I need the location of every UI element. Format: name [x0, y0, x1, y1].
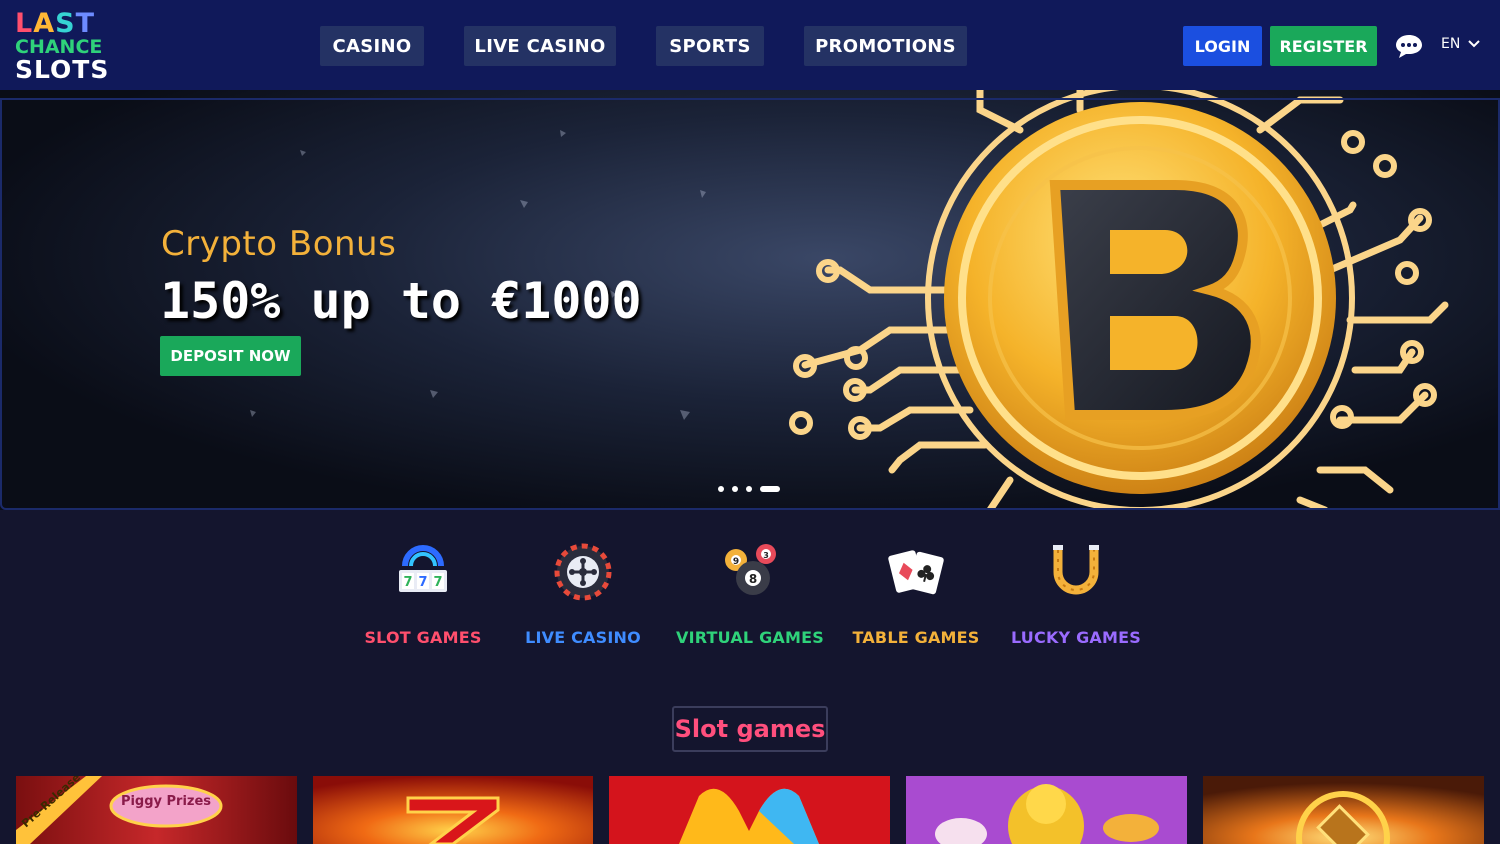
slide-indicators [718, 486, 780, 492]
egypt-fire-thumbnail [1203, 776, 1484, 844]
hero-banner: Crypto Bonus 150% up to €1000 DEPOSIT NO… [0, 90, 1500, 510]
svg-text:7: 7 [433, 575, 442, 590]
nav-live-casino[interactable]: LIVE CASINO [464, 26, 616, 66]
nav-sports[interactable]: SPORTS [656, 26, 764, 66]
login-button[interactable]: LOGIN [1183, 26, 1262, 66]
slot-machine-icon: 7 7 7 [399, 545, 447, 592]
bonus-amount: 150% up to €1000 [160, 272, 642, 330]
chevron-down-icon [1468, 40, 1481, 48]
svg-text:9: 9 [733, 557, 739, 567]
category-label: LIVE CASINO [525, 628, 641, 647]
logo-line-3: SLOTS [15, 55, 110, 84]
logo-letter: A [33, 8, 56, 39]
nav-casino[interactable]: CASINO [320, 26, 424, 66]
game-tile-golden-buddha[interactable] [906, 776, 1187, 844]
hot-seven-thumbnail [313, 776, 593, 844]
game-tile-m-logo[interactable] [609, 776, 890, 844]
nav-promotions[interactable]: PROMOTIONS [804, 26, 967, 66]
category-label: LUCKY GAMES [1010, 628, 1141, 647]
roulette-icon [554, 543, 612, 601]
category-slot-games[interactable]: 7 7 7 SLOT GAMES [348, 540, 498, 647]
deposit-now-button[interactable]: DEPOSIT NOW [160, 336, 301, 376]
horseshoe-icon [1053, 545, 1099, 595]
category-label: VIRTUAL GAMES [676, 628, 824, 647]
category-lucky-games[interactable]: LUCKY GAMES [1001, 540, 1151, 647]
slide-dot-active[interactable] [760, 486, 780, 492]
slide-dot[interactable] [718, 486, 724, 492]
svg-text:8: 8 [749, 572, 757, 586]
game-tile-egypt-fire[interactable] [1203, 776, 1484, 844]
svg-text:3: 3 [763, 551, 769, 560]
game-tile-hot-seven[interactable] [313, 776, 594, 844]
site-header: LAST CHANCE SLOTS CASINO LIVE CASINO SPO… [0, 0, 1500, 90]
category-label: TABLE GAMES [852, 628, 980, 647]
billiard-balls-icon: 9 3 8 [725, 544, 776, 595]
category-virtual-games[interactable]: 9 3 8 VIRTUAL GAMES [675, 540, 825, 647]
logo-letter: T [75, 8, 95, 39]
register-button[interactable]: REGISTER [1270, 26, 1377, 66]
slide-dot[interactable] [746, 486, 752, 492]
logo[interactable]: LAST CHANCE SLOTS [15, 10, 110, 84]
game-tile-piggy-prizes[interactable]: Pre-Release Piggy Prizes [16, 776, 297, 844]
svg-text:7: 7 [418, 575, 427, 590]
slot-games-section-title: Slot games [672, 706, 828, 752]
m-logo-thumbnail [609, 776, 890, 844]
category-table-games[interactable]: TABLE GAMES [841, 540, 991, 647]
category-label: SLOT GAMES [364, 628, 482, 647]
language-label: EN [1441, 36, 1461, 52]
bonus-title: Crypto Bonus [161, 224, 397, 264]
logo-letter: S [55, 8, 76, 39]
playing-cards-icon [888, 550, 944, 595]
slide-dot[interactable] [732, 486, 738, 492]
chat-bubble-icon[interactable] [1395, 33, 1423, 59]
language-selector[interactable]: EN [1441, 36, 1481, 52]
bitcoin-coin-icon [789, 90, 1449, 510]
logo-line-1: LAST [15, 10, 107, 37]
game-logo-text: Piggy Prizes [120, 794, 212, 809]
golden-buddha-thumbnail [906, 776, 1187, 844]
logo-letter: L [15, 8, 34, 39]
svg-text:7: 7 [403, 575, 412, 590]
category-live-casino[interactable]: LIVE CASINO [508, 540, 658, 647]
